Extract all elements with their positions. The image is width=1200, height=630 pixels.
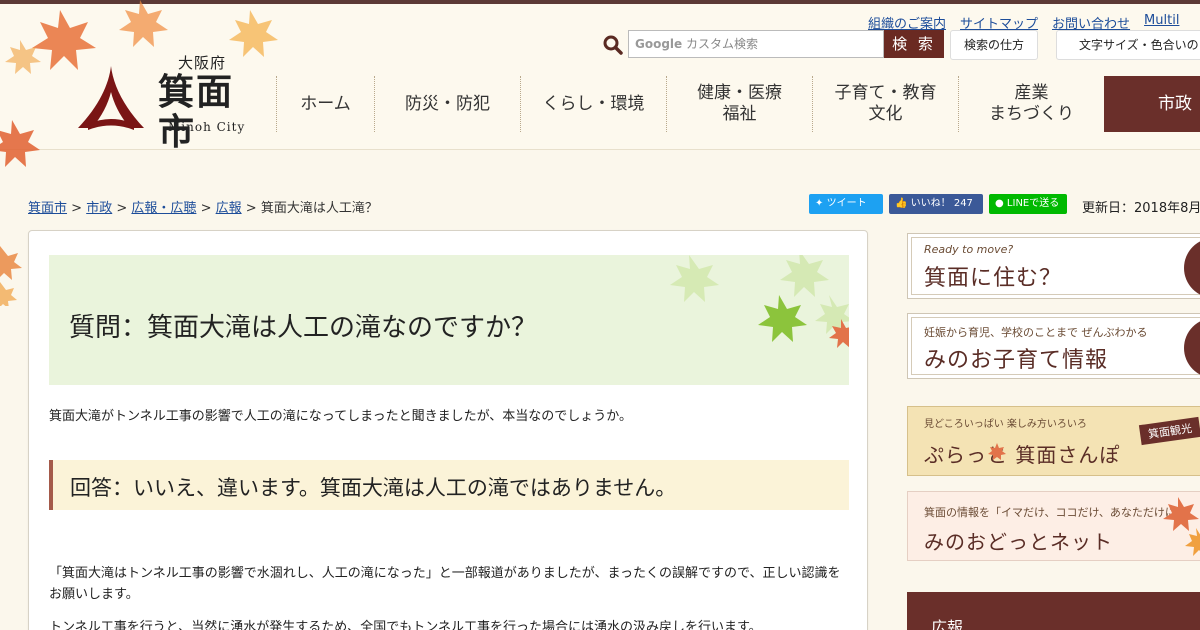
banner-minoh-dot-net[interactable]: 箕面の情報を「イマだけ、ココだけ、あなただけに！ みのおどっとネット bbox=[907, 491, 1200, 561]
nav-label: 産業 まちづくり bbox=[989, 83, 1074, 124]
nav-item-home[interactable]: ホーム bbox=[276, 76, 374, 132]
green-leaves-decoration bbox=[670, 255, 849, 348]
breadcrumb-link-pr[interactable]: 広報・広聴 bbox=[131, 201, 196, 216]
updated-date: 更新日：2018年8月 bbox=[1082, 201, 1200, 216]
facebook-like-button[interactable]: 👍 いいね！ 247 bbox=[889, 194, 983, 214]
banner-subtitle: Ready to move? bbox=[924, 243, 1014, 256]
answer-heading-box: 回答：いいえ、違います。箕面大滝は人工の滝ではありません。 bbox=[49, 460, 849, 510]
article-card: 質問：箕面大滝は人工の滝なのですか？ 箕面大滝がトンネル工事の影響で人工の滝にな… bbox=[28, 230, 868, 630]
answer-title: 回答：いいえ、違います。箕面大滝は人工の滝ではありません。 bbox=[70, 476, 677, 500]
site-header: 大阪府 箕面市 Minoh City 組織のご案内 サイトマップ お問い合わせ … bbox=[0, 0, 1200, 167]
search-placeholder: カスタム検索 bbox=[686, 37, 759, 51]
site-logo[interactable]: 大阪府 箕面市 Minoh City bbox=[74, 52, 264, 152]
question-title: 質問：箕面大滝は人工の滝なのですか？ bbox=[69, 313, 538, 343]
nav-label: 健康・医療 福祉 bbox=[697, 83, 782, 124]
maple-leaf-icon bbox=[988, 443, 1006, 460]
twitter-icon: ✦ bbox=[815, 198, 824, 209]
breadcrumb-sep: > bbox=[116, 201, 128, 216]
banner-subtitle: 見どころいっぱい 楽しみ方いろいろ bbox=[924, 419, 1087, 430]
nav-item-health[interactable]: 健康・医療 福祉 bbox=[666, 76, 812, 132]
nav-label: くらし・環境 bbox=[542, 93, 645, 114]
banner-title: みのお子育て情報 bbox=[924, 348, 1109, 373]
nav-item-disaster[interactable]: 防災・防犯 bbox=[374, 76, 520, 132]
search-input[interactable]: Google カスタム検索 bbox=[628, 30, 884, 58]
like-count: 247 bbox=[953, 198, 973, 209]
banner-title: みのおどっとネット bbox=[924, 530, 1113, 554]
breadcrumb-sep: > bbox=[71, 201, 83, 216]
nav-item-living[interactable]: くらし・環境 bbox=[520, 76, 666, 132]
banner-live-in-minoh[interactable]: Ready to move? 箕面に住む？ bbox=[907, 233, 1200, 299]
breadcrumb: 箕面市 > 市政 > 広報・広聴 > 広報 > 箕面大滝は人工滝？ bbox=[28, 197, 378, 216]
breadcrumb-link-home[interactable]: 箕面市 bbox=[28, 201, 67, 216]
nav-label: 子育て・教育 文化 bbox=[834, 83, 937, 124]
banner-childcare-info[interactable]: 妊娠から育児、学校のことまで ぜんぶわかる みのお子育て情報 bbox=[907, 313, 1200, 379]
breadcrumb-current: 箕面大滝は人工滝？ bbox=[260, 201, 378, 216]
question-text: 箕面大滝がトンネル工事の影響で人工の滝になってしまったと聞きましたが、本当なので… bbox=[49, 409, 633, 424]
logo-english-name: Minoh City bbox=[168, 120, 246, 134]
banner-tag: 箕面観光 bbox=[1138, 416, 1200, 446]
breadcrumb-link-koho[interactable]: 広報 bbox=[216, 201, 242, 216]
breadcrumb-sep: > bbox=[245, 201, 257, 216]
maple-leaves-decoration bbox=[1163, 497, 1200, 556]
minoh-city-emblem-icon bbox=[78, 66, 144, 130]
question-heading-box: 質問：箕面大滝は人工の滝なのですか？ bbox=[49, 255, 849, 385]
global-nav: ホーム 防災・防犯 くらし・環境 健康・医療 福祉 子育て・教育 文化 産業 まちづく… bbox=[276, 76, 1200, 132]
nav-label: 防災・防犯 bbox=[405, 93, 490, 114]
tweet-button[interactable]: ✦ ツイート bbox=[809, 194, 883, 214]
thumbs-up-icon: 👍 bbox=[895, 198, 908, 209]
article-paragraph: 「箕面大滝はトンネル工事の影響で水涸れし、人工の滝になった」と一部報道がありまし… bbox=[49, 566, 841, 602]
banner-title: 箕面に住む？ bbox=[924, 266, 1063, 291]
nav-item-childcare[interactable]: 子育て・教育 文化 bbox=[812, 76, 958, 132]
nav-label: 市政 bbox=[1158, 93, 1192, 114]
font-size-color-button[interactable]: 文字サイズ・色合いの bbox=[1056, 30, 1200, 60]
article-paragraph: トンネル工事を行うと、当然に湧水が発生するため、全国でもトンネル工事を行った場合… bbox=[49, 620, 762, 630]
banner-minoh-sanpo[interactable]: 見どころいっぱい 楽しみ方いろいろ ぷらっと 箕面さんぽ 箕面観光 bbox=[907, 406, 1200, 476]
logo-prefecture: 大阪府 bbox=[178, 54, 227, 72]
breadcrumb-link-cityadmin[interactable]: 市政 bbox=[86, 201, 112, 216]
line-icon: ● bbox=[995, 198, 1004, 209]
banner-title: ぷらっと 箕面さんぽ bbox=[924, 443, 1121, 467]
share-buttons: ✦ ツイート 👍 いいね！ 247 ● LINEで送る bbox=[809, 194, 1067, 214]
banner-subtitle: 妊娠から育児、学校のことまで ぜんぶわかる bbox=[924, 326, 1148, 339]
maple-leaf-decoration bbox=[0, 246, 22, 306]
nav-label: ホーム bbox=[300, 93, 351, 114]
line-share-button[interactable]: ● LINEで送る bbox=[989, 194, 1067, 214]
logo-city-name: 箕面市 bbox=[158, 71, 235, 153]
google-brand-label: Google bbox=[635, 37, 683, 51]
search-help-button[interactable]: 検索の仕方 bbox=[950, 30, 1038, 60]
search-icon bbox=[603, 35, 623, 55]
sidebar-section-title: 広報 bbox=[907, 592, 1200, 630]
nav-item-cityadmin[interactable]: 市政 bbox=[1104, 76, 1200, 132]
search-button[interactable]: 検 索 bbox=[884, 30, 944, 58]
breadcrumb-sep: > bbox=[200, 201, 212, 216]
nav-item-industry[interactable]: 産業 まちづくり bbox=[958, 76, 1104, 132]
